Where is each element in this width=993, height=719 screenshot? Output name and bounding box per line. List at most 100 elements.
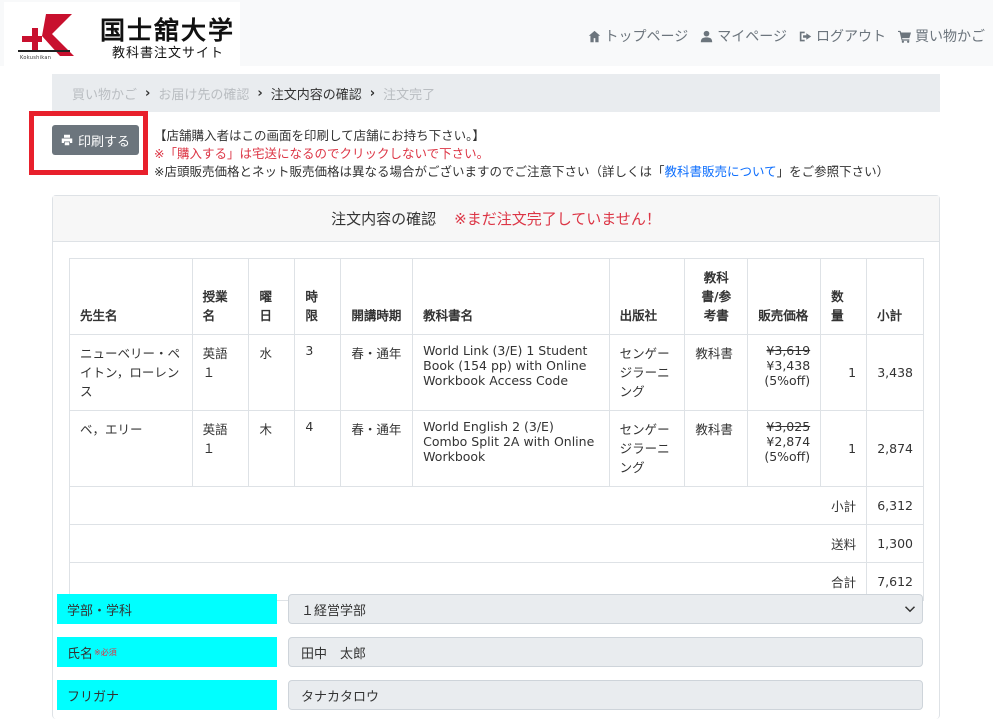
breadcrumb: 買い物かご › お届け先の確認 › 注文内容の確認 › 注文完了	[52, 74, 940, 112]
cell-term: 春・通年	[340, 334, 414, 411]
cell-course: 英語１	[191, 410, 250, 487]
nav-top-page[interactable]: トップページ	[588, 26, 689, 46]
breadcrumb-delivery[interactable]: お届け先の確認	[158, 84, 249, 103]
note-price-diff-text: ※店頭販売価格とネット販売価格は異なる場合がございますのでご注意下さい（詳しくは…	[154, 164, 665, 179]
cell-type: 教科書	[684, 334, 749, 411]
cell-teacher: ベ，エリー	[69, 410, 193, 487]
col-book: 教科書名	[412, 258, 610, 335]
nav-logout-label: ログアウト	[816, 29, 886, 45]
form-row-faculty: 学部・学科 １経営学部	[57, 594, 923, 626]
col-price: 販売価格	[747, 258, 822, 335]
site-header: Kokushikan 国士舘大学 教科書注文サイト トップページ マイページ ロ…	[0, 0, 993, 66]
required-badge: ※必須	[94, 647, 117, 657]
breadcrumb-cart[interactable]: 買い物かご	[72, 84, 137, 103]
card-warning: ※まだ注文完了していません！	[454, 210, 661, 228]
card-header: 注文内容の確認 ※まだ注文完了していません！	[53, 196, 939, 242]
cell-publisher: センゲージラーニング	[608, 334, 686, 411]
cell-teacher: ニューベリー・ペイトン，ローレンス	[69, 334, 193, 411]
name-field[interactable]: 田中 太郎	[288, 637, 923, 667]
sale-price: ¥2,874	[766, 434, 811, 449]
col-period: 時限	[294, 258, 342, 335]
kana-label: フリガナ	[57, 680, 277, 710]
col-teacher: 先生名	[69, 258, 193, 335]
faculty-select[interactable]: １経営学部	[288, 594, 923, 624]
summary-label: 送料	[68, 524, 868, 563]
name-label-text: 氏名	[67, 646, 94, 662]
print-icon	[61, 134, 73, 146]
textbook-sales-link[interactable]: 教科書販売について	[664, 164, 776, 179]
faculty-value: １経営学部	[301, 603, 367, 619]
cell-price: ¥3,619 ¥3,438 (5%off)	[747, 334, 822, 411]
note-price-diff: ※店頭販売価格とネット販売価格は異なる場合がございますのでご注意下さい（詳しくは…	[154, 163, 889, 181]
chevron-right-icon: ›	[145, 85, 151, 101]
cart-icon	[898, 30, 911, 43]
summary-value: 1,300	[866, 524, 924, 563]
cell-book: World English 2 (3/E) Combo Split 2A wit…	[412, 410, 610, 487]
cell-period: 3	[294, 334, 342, 411]
list-price: ¥3,025	[766, 419, 811, 434]
sale-price: ¥3,438	[766, 358, 811, 373]
cell-type: 教科書	[684, 410, 749, 487]
nav-cart-label: 買い物かご	[915, 29, 985, 45]
name-label: 氏名 ※必須	[57, 637, 277, 667]
cell-day: 水	[248, 334, 296, 411]
col-publisher: 出版社	[608, 258, 686, 335]
discount: (5%off)	[764, 449, 811, 464]
breadcrumb-confirm: 注文内容の確認	[270, 87, 362, 103]
discount: (5%off)	[764, 373, 811, 388]
print-button[interactable]: 印刷する	[52, 125, 139, 155]
col-day: 曜日	[248, 258, 296, 335]
order-table: 先生名 授業名 曜日 時限 開講時期 教科書名 出版社 教科書/参考書 販売価格…	[68, 258, 924, 601]
summary-label: 小計	[68, 486, 868, 525]
cell-book: World Link (3/E) 1 Student Book (154 pp)…	[412, 334, 610, 411]
cell-qty: 1	[820, 334, 868, 411]
faculty-label: 学部・学科	[57, 594, 277, 624]
logo-subtitle: 教科書注文サイト	[112, 46, 225, 61]
cell-day: 木	[248, 410, 296, 487]
summary-row-shipping: 送料 1,300	[68, 524, 924, 563]
note-price-diff-tail: 」をご参照下さい）	[776, 164, 890, 179]
cell-price: ¥3,025 ¥2,874 (5%off)	[747, 410, 822, 487]
home-icon	[588, 30, 600, 42]
chevron-right-icon: ›	[369, 85, 376, 101]
table-header-row: 先生名 授業名 曜日 時限 開講時期 教科書名 出版社 教科書/参考書 販売価格…	[69, 258, 924, 335]
site-logo[interactable]: Kokushikan 国士舘大学 教科書注文サイト	[4, 2, 240, 66]
col-term: 開講時期	[340, 258, 414, 335]
cell-publisher: センゲージラーニング	[608, 410, 686, 487]
logout-icon	[799, 31, 812, 41]
cell-period: 4	[294, 410, 342, 487]
nav-top-page-label: トップページ	[604, 29, 689, 45]
note-warning-purchase: ※「購入する」は宅送になるのでクリックしないで下さい。	[154, 146, 490, 161]
cell-qty: 1	[820, 410, 868, 487]
university-logo-icon	[18, 14, 74, 56]
card-title: 注文内容の確認	[331, 210, 437, 228]
table-row: ベ，エリー 英語１ 木 4 春・通年 World English 2 (3/E)…	[69, 410, 924, 487]
nav-cart[interactable]: 買い物かご	[898, 26, 985, 46]
print-button-label: 印刷する	[77, 134, 130, 150]
form-row-name: 氏名 ※必須 田中 太郎	[57, 637, 923, 669]
nav-my-page[interactable]: マイページ	[700, 26, 787, 46]
nav-my-page-label: マイページ	[717, 29, 787, 45]
kana-field[interactable]: タナカタロウ	[288, 680, 923, 710]
list-price: ¥3,619	[766, 343, 811, 358]
summary-value: 6,312	[866, 486, 924, 525]
table-row: ニューベリー・ペイトン，ローレンス 英語１ 水 3 春・通年 World Lin…	[69, 334, 924, 411]
logo-sub-text: Kokushikan	[20, 55, 52, 61]
nav-logout[interactable]: ログアウト	[799, 26, 886, 46]
chevron-down-icon	[904, 606, 916, 613]
col-type: 教科書/参考書	[684, 258, 749, 335]
name-value: 田中 太郎	[301, 646, 367, 662]
col-qty: 数量	[820, 258, 868, 335]
top-nav: トップページ マイページ ログアウト 買い物かご	[588, 26, 985, 46]
col-subtotal: 小計	[866, 258, 924, 335]
store-notes: 【店舗購入者はこの画面を印刷して店舗にお持ち下さい。】 ※「購入する」は宅送にな…	[154, 127, 889, 181]
summary-row-subtotal: 小計 6,312	[68, 486, 924, 525]
breadcrumb-complete: 注文完了	[383, 87, 436, 103]
note-store-print: 【店舗購入者はこの画面を印刷して店舗にお持ち下さい。】	[154, 128, 485, 143]
cell-subtotal: 3,438	[866, 334, 924, 411]
kana-value: タナカタロウ	[301, 689, 380, 705]
cell-term: 春・通年	[340, 410, 414, 487]
cell-course: 英語１	[191, 334, 250, 411]
user-icon	[701, 30, 713, 42]
cell-subtotal: 2,874	[866, 410, 924, 487]
